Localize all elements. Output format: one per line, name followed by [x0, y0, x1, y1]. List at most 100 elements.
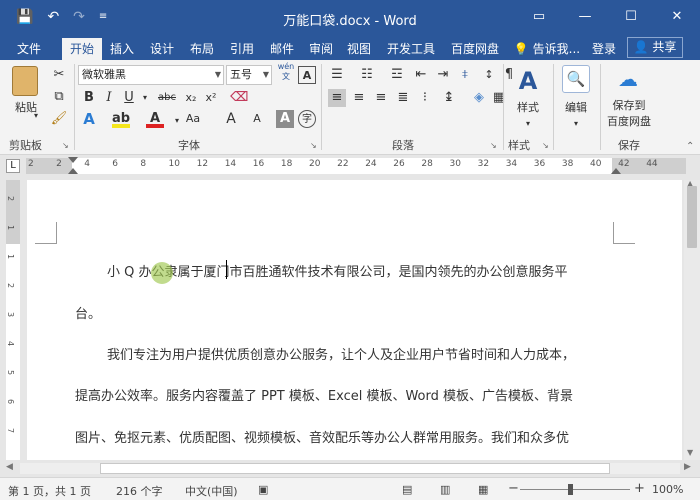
ruler-number: 40 [590, 159, 602, 169]
scroll-left-icon[interactable]: ◀ [6, 462, 13, 472]
scroll-right-icon[interactable]: ▶ [684, 462, 691, 472]
subscript-button[interactable]: x₂ [182, 89, 200, 107]
italic-button[interactable]: I [100, 89, 118, 107]
bullets-icon[interactable]: ☰ [328, 66, 346, 84]
font-name-combo[interactable]: 微软雅黑 ▼ [78, 65, 224, 85]
tab-view[interactable]: 视图 [341, 38, 377, 60]
tab-review[interactable]: 审阅 [303, 38, 339, 60]
save-to-baidu-button[interactable]: 保存到 百度网盘 [602, 98, 656, 130]
superscript-button[interactable]: x² [202, 89, 220, 107]
hanging-indent-marker[interactable] [68, 168, 78, 174]
tab-references[interactable]: 引用 [224, 38, 260, 60]
enclose-characters-button[interactable]: 字 [298, 110, 316, 128]
align-center-icon[interactable]: ≡ [350, 89, 368, 107]
right-indent-marker[interactable] [611, 168, 621, 174]
print-layout-icon[interactable]: ▥ [440, 483, 450, 496]
strikethrough-button[interactable]: abc [154, 89, 180, 107]
zoom-in-button[interactable]: + [634, 481, 645, 496]
copy-icon[interactable]: ⧉ [50, 88, 68, 106]
scroll-down-icon[interactable]: ▼ [687, 448, 693, 457]
close-icon[interactable]: ✕ [654, 0, 700, 33]
tab-design[interactable]: 设计 [144, 38, 180, 60]
first-line-indent-marker[interactable] [68, 157, 78, 163]
change-case-button[interactable]: Aa [184, 110, 202, 128]
tab-file[interactable]: 文件 [8, 38, 50, 60]
paragraph-launcher-icon[interactable]: ↘ [490, 141, 497, 150]
horizontal-scroll-thumb[interactable] [100, 463, 610, 474]
vertical-scrollbar[interactable]: ▲ ▼ [684, 179, 700, 460]
increase-indent-icon[interactable]: ⇥ [434, 66, 452, 84]
styles-icon[interactable]: A [515, 66, 541, 96]
chevron-down-icon[interactable]: ▾ [568, 116, 584, 132]
chinese-layout-icon[interactable]: ⧧ [456, 66, 474, 84]
format-painter-icon[interactable]: 🖌 [50, 110, 68, 128]
editing-button[interactable]: 编辑 [556, 100, 596, 116]
tab-baidu-netdisk[interactable]: 百度网盘 [445, 38, 505, 60]
language-indicator[interactable]: 中文(中国) [185, 483, 238, 499]
zoom-out-button[interactable]: − [508, 481, 519, 496]
tell-me-search[interactable]: 💡 告诉我... [512, 38, 582, 60]
clear-formatting-icon[interactable]: ⌫ [230, 89, 248, 107]
sort-icon[interactable]: ↕ [480, 66, 498, 84]
document-page[interactable]: 小 Q 办公隶属于厦门市百胜通软件技术有限公司，是国内领先的办公创意服务平 台。… [27, 180, 682, 460]
line-spacing-icon[interactable]: ↨ [440, 89, 458, 107]
character-shading-button[interactable]: A [276, 110, 294, 128]
tab-home[interactable]: 开始 [62, 38, 102, 60]
align-right-icon[interactable]: ≡ [372, 89, 390, 107]
character-border-icon[interactable]: A [298, 66, 316, 84]
share-button[interactable]: 👤 共享 [627, 37, 683, 58]
justify-icon[interactable]: ≣ [394, 89, 412, 107]
highlight-color-icon[interactable]: ab [112, 110, 130, 128]
tab-selector-icon[interactable]: L [6, 159, 20, 173]
horizontal-scrollbar[interactable]: ◀ ▶ [0, 460, 700, 477]
grow-font-button[interactable]: A [222, 110, 240, 128]
tab-developer[interactable]: 开发工具 [381, 38, 441, 60]
font-size-combo[interactable]: 五号 ▼ [226, 65, 272, 85]
cut-icon[interactable]: ✂ [50, 66, 68, 84]
font-launcher-icon[interactable]: ↘ [310, 141, 317, 150]
proofing-icon[interactable]: ▣ [258, 483, 268, 496]
shading-icon[interactable]: ◈ [470, 89, 488, 107]
zoom-slider-track[interactable] [520, 489, 630, 490]
sign-in-link[interactable]: 登录 [588, 38, 620, 60]
paste-dropdown-icon[interactable]: ▾ [30, 108, 42, 124]
zoom-level[interactable]: 100% [652, 483, 683, 496]
word-count[interactable]: 216 个字 [116, 483, 163, 499]
click-highlight [151, 262, 173, 284]
clipboard-launcher-icon[interactable]: ↘ [62, 141, 69, 150]
shrink-font-button[interactable]: A [248, 110, 266, 128]
distributed-icon[interactable]: ⁝ [416, 89, 434, 107]
text-effect-button[interactable]: A [80, 110, 98, 128]
numbering-icon[interactable]: ☷ [358, 66, 376, 84]
chevron-down-icon[interactable]: ▾ [520, 116, 536, 132]
tab-insert[interactable]: 插入 [104, 38, 140, 60]
search-icon[interactable]: 🔍 [562, 65, 590, 93]
multilevel-list-icon[interactable]: ☲ [388, 66, 406, 84]
web-layout-icon[interactable]: ▦ [478, 483, 488, 496]
chevron-down-icon[interactable]: ▾ [136, 89, 154, 107]
page-count[interactable]: 第 1 页，共 1 页 [8, 483, 91, 499]
bold-button[interactable]: B [80, 89, 98, 107]
horizontal-ruler[interactable]: L 2 2 4 6 8 10 12 14 16 18 20 22 24 26 28 30 32 34 36 38 40 4… [0, 155, 700, 177]
maximize-icon[interactable]: ☐ [608, 0, 654, 33]
borders-icon[interactable]: ▦ [490, 89, 508, 107]
styles-button[interactable]: 样式 [510, 100, 546, 116]
paste-icon[interactable] [12, 66, 38, 96]
styles-launcher-icon[interactable]: ↘ [542, 141, 549, 150]
collapse-ribbon-icon[interactable]: ⌃ [686, 141, 694, 152]
ruler-number: 14 [224, 159, 237, 169]
ribbon-display-options-icon[interactable]: ▭ [516, 0, 562, 33]
read-mode-icon[interactable]: ▤ [402, 483, 412, 496]
phonetic-guide-button[interactable]: wén 文 [276, 62, 296, 82]
align-left-icon[interactable]: ≡ [328, 89, 346, 107]
font-color-button[interactable]: A [146, 110, 164, 128]
vertical-scroll-thumb[interactable] [687, 186, 697, 248]
ruler-number: 12 [196, 159, 209, 169]
tab-mailings[interactable]: 邮件 [264, 38, 300, 60]
baidu-cloud-icon[interactable]: ☁ [614, 66, 642, 92]
decrease-indent-icon[interactable]: ⇤ [412, 66, 430, 84]
zoom-slider-thumb[interactable] [568, 484, 573, 495]
vertical-ruler[interactable]: 2 1 1 2 3 4 5 6 7 [6, 180, 20, 460]
minimize-icon[interactable]: — [562, 0, 608, 33]
tab-layout[interactable]: 布局 [184, 38, 220, 60]
